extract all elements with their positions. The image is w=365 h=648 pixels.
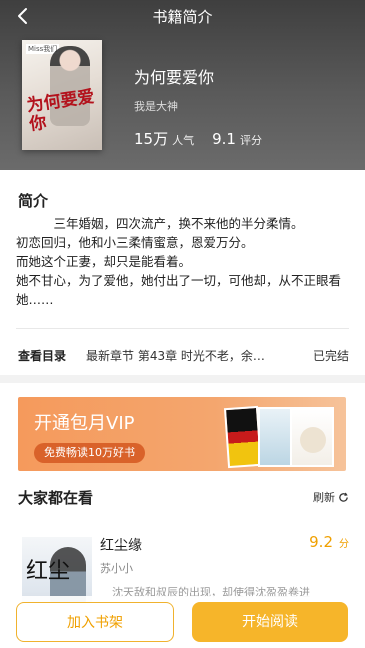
banner-book-image xyxy=(258,407,292,467)
refresh-label: 刷新 xyxy=(313,491,335,504)
recommend-book-score: 9.2 分 xyxy=(309,533,349,551)
recommend-book-author: 苏小小 xyxy=(100,562,133,575)
recommend-score-value: 9.2 xyxy=(309,533,333,551)
popularity-label: 人气 xyxy=(172,134,195,147)
bottom-action-bar: 加入书架 开始阅读 xyxy=(0,596,365,648)
page-title: 书籍简介 xyxy=(152,8,213,26)
vip-banner[interactable]: 开通包月VIP 免费畅读10万好书 xyxy=(18,397,346,471)
popularity-value: 15万 xyxy=(134,130,169,148)
recommend-cover-text: 红尘 xyxy=(26,559,71,584)
score-value: 9.1 xyxy=(212,130,236,148)
score-label: 评分 xyxy=(239,134,262,147)
recommend-heading: 大家都在看 xyxy=(18,489,94,507)
nav-bar: 书籍简介 xyxy=(0,0,365,34)
toc-row[interactable]: 查看目录 最新章节 第43章 时光不老，余… 已完结 xyxy=(18,346,349,364)
banner-title: 开通包月VIP xyxy=(34,413,135,434)
add-to-shelf-button[interactable]: 加入书架 xyxy=(16,602,174,642)
intro-paragraph: 三年婚姻，四次流产，换不来他的半分柔情。 xyxy=(53,216,304,231)
book-author: 我是大神 xyxy=(134,100,178,113)
book-title: 为何要爱你 xyxy=(134,68,215,87)
divider xyxy=(16,328,349,329)
book-stats: 15万 人气 9.1 评分 xyxy=(134,128,262,149)
cover-title: 为何要爱你 xyxy=(25,86,96,135)
recommend-score-unit: 分 xyxy=(339,539,349,550)
intro-section: 简介 三年婚姻，四次流产，换不来他的半分柔情。 初恋回归，他和小三柔情蜜意，恩爱… xyxy=(0,170,365,375)
banner-book-image xyxy=(290,407,334,467)
refresh-icon xyxy=(339,492,348,502)
intro-text[interactable]: 三年婚姻，四次流产，换不来他的半分柔情。 初恋回归，他和小三柔情蜜意，恩爱万分。… xyxy=(16,214,352,309)
intro-paragraph: 而她这个正妻，却只是能看着。 xyxy=(16,254,192,269)
status-badge: 已完结 xyxy=(312,348,349,363)
toc-label: 查看目录 xyxy=(18,348,67,363)
latest-chapter: 最新章节 第43章 时光不老，余… xyxy=(86,348,265,363)
book-header: 书籍简介 Miss我们 为何要爱你 为何要爱你 我是大神 15万 人气 9.1 … xyxy=(0,0,365,170)
banner-subtitle: 免费畅读10万好书 xyxy=(34,443,145,463)
recommend-book-title[interactable]: 红尘缘 xyxy=(100,535,142,555)
intro-paragraph: 她不甘心，为了爱他，她付出了一切，可他却，从不正眼看她…… xyxy=(16,273,342,307)
book-cover: Miss我们 为何要爱你 xyxy=(22,40,102,150)
refresh-button[interactable]: 刷新 xyxy=(313,489,349,505)
intro-heading: 简介 xyxy=(18,192,49,210)
banner-book-image xyxy=(223,405,263,469)
intro-paragraph: 初恋回归，他和小三柔情蜜意，恩爱万分。 xyxy=(16,235,254,250)
start-reading-button[interactable]: 开始阅读 xyxy=(192,602,348,642)
